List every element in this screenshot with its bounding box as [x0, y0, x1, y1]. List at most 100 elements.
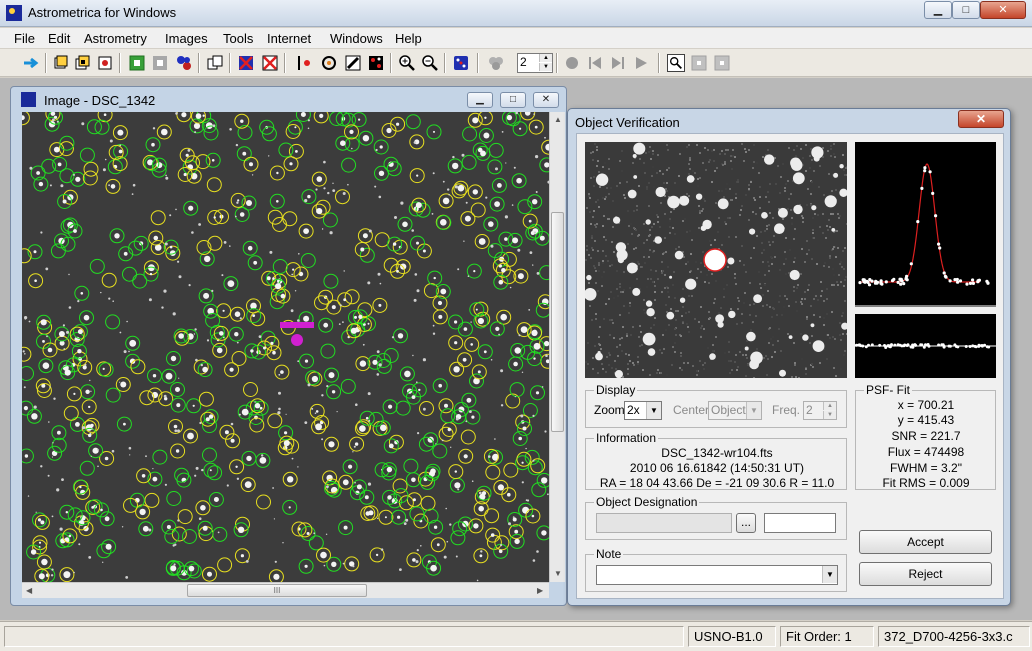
- image-window-title-bar[interactable]: Image - DSC_1342 ▁ □ ✕: [11, 87, 566, 113]
- spin-up-icon[interactable]: ▲: [539, 54, 552, 62]
- scroll-up-icon[interactable]: ▲: [554, 115, 562, 124]
- faint-star: [119, 144, 122, 147]
- designation-extra-field[interactable]: [764, 513, 836, 533]
- noise-pixel: [644, 172, 646, 174]
- menu-astrometry[interactable]: Astrometry: [84, 31, 147, 46]
- reject-button[interactable]: Reject: [859, 562, 992, 586]
- object-verification-dialog[interactable]: Object Verification ✕ Display Zoom 2x ▼ …: [567, 108, 1011, 606]
- object-designation-field[interactable]: [596, 513, 732, 533]
- zoom-window-icon[interactable]: [667, 54, 685, 72]
- spin-down-icon[interactable]: ▼: [539, 63, 552, 71]
- maximize-button[interactable]: □: [952, 1, 980, 19]
- scroll-down-icon[interactable]: ▼: [554, 569, 562, 578]
- faint-star: [455, 555, 458, 558]
- faint-star: [254, 401, 256, 403]
- play-icon[interactable]: [632, 54, 650, 72]
- menu-edit[interactable]: Edit: [48, 31, 70, 46]
- image-close-button[interactable]: ✕: [533, 92, 559, 108]
- noise-pixel: [769, 183, 771, 185]
- noise-pixel: [685, 263, 687, 265]
- chevron-down-icon[interactable]: ▼: [822, 566, 837, 583]
- noise-pixel: [760, 231, 762, 233]
- vertical-scroll-thumb[interactable]: [551, 212, 564, 432]
- note-select[interactable]: ▼: [596, 565, 838, 585]
- star: [240, 119, 244, 123]
- step-back-icon[interactable]: [586, 54, 604, 72]
- faint-star: [164, 483, 167, 486]
- menu-tools[interactable]: Tools: [223, 31, 253, 46]
- open-image-icon[interactable]: [52, 54, 70, 72]
- delete-image-icon[interactable]: [237, 54, 255, 72]
- faint-star: [521, 371, 524, 373]
- scroll-left-icon[interactable]: ◀: [26, 586, 32, 595]
- star: [358, 314, 363, 319]
- freq-spin[interactable]: 2 ▲ ▼: [803, 401, 837, 420]
- image-minimize-button[interactable]: ▁: [467, 92, 493, 108]
- faint-star: [173, 563, 176, 566]
- window-a-icon[interactable]: [690, 54, 708, 72]
- zoom-select[interactable]: 2x ▼: [624, 401, 662, 420]
- noise-pixel: [636, 209, 638, 211]
- open-images-icon[interactable]: [74, 54, 92, 72]
- spin-down-icon[interactable]: ▼: [823, 411, 836, 419]
- zoom-in-icon[interactable]: [398, 54, 416, 72]
- image-window[interactable]: Image - DSC_1342 ▁ □ ✕ ▲ ▼ ◀ III ▶: [10, 86, 567, 606]
- zoom-out-icon[interactable]: [421, 54, 439, 72]
- dialog-close-button[interactable]: ✕: [958, 110, 1004, 128]
- noise-pixel: [779, 295, 781, 297]
- scroll-right-icon[interactable]: ▶: [537, 586, 543, 595]
- track-and-stack-icon[interactable]: [320, 54, 338, 72]
- faint-star: [376, 350, 380, 354]
- noise-pixel: [793, 261, 795, 263]
- noise-pixel: [839, 334, 841, 336]
- center-select[interactable]: Object ▼: [708, 401, 762, 420]
- close-button[interactable]: ✕: [980, 1, 1026, 19]
- faint-star: [24, 353, 26, 355]
- record-icon[interactable]: [563, 54, 581, 72]
- information-group-label: Information: [594, 431, 659, 445]
- blink-icon[interactable]: [206, 54, 224, 72]
- noise-pixel: [800, 333, 802, 335]
- faint-star: [221, 274, 224, 277]
- minimize-button[interactable]: ▁: [924, 1, 952, 19]
- noise-pixel: [630, 223, 632, 225]
- chevron-down-icon[interactable]: ▼: [746, 402, 761, 419]
- chevron-down-icon[interactable]: ▼: [646, 402, 661, 419]
- star: [372, 359, 378, 365]
- designation-browse-button[interactable]: ...: [736, 513, 756, 533]
- spin-up-icon[interactable]: ▲: [823, 402, 836, 410]
- noise-pixel: [734, 273, 736, 275]
- group-icon[interactable]: [487, 54, 505, 72]
- connect-icon[interactable]: [22, 54, 40, 72]
- faint-star: [414, 273, 418, 276]
- window-b-icon[interactable]: [713, 54, 731, 72]
- menu-images[interactable]: Images: [165, 31, 208, 46]
- horizontal-scrollbar[interactable]: ◀ III ▶: [22, 582, 549, 598]
- color-stack-icon[interactable]: [367, 54, 385, 72]
- noise-pixel: [650, 278, 652, 280]
- star-field-image[interactable]: [22, 112, 549, 582]
- start-data-reduction-icon[interactable]: [128, 54, 146, 72]
- accept-button[interactable]: Accept: [859, 530, 992, 554]
- object-stamp-image[interactable]: [585, 142, 847, 378]
- app-icon[interactable]: [6, 5, 22, 21]
- faint-star: [455, 417, 459, 421]
- menu-internet[interactable]: Internet: [267, 31, 311, 46]
- horizontal-scroll-thumb[interactable]: III: [187, 584, 367, 597]
- image-window-icon[interactable]: [21, 92, 36, 107]
- dice-icon[interactable]: [452, 54, 470, 72]
- menu-file[interactable]: File: [14, 31, 35, 46]
- noise-pixel: [690, 253, 692, 255]
- close-image-icon[interactable]: [261, 54, 279, 72]
- menu-windows[interactable]: Windows: [330, 31, 383, 46]
- star-chart-icon[interactable]: [151, 54, 169, 72]
- pair-images-icon[interactable]: [175, 54, 193, 72]
- moving-object-icon[interactable]: [296, 54, 314, 72]
- toolbar-spin[interactable]: 2 ▲ ▼: [517, 53, 553, 73]
- menu-help[interactable]: Help: [395, 31, 422, 46]
- step-forward-icon[interactable]: [609, 54, 627, 72]
- settings-icon[interactable]: [96, 54, 114, 72]
- image-maximize-button[interactable]: □: [500, 92, 526, 108]
- vertical-scrollbar[interactable]: ▲ ▼: [549, 112, 565, 582]
- draw-line-icon[interactable]: [344, 54, 362, 72]
